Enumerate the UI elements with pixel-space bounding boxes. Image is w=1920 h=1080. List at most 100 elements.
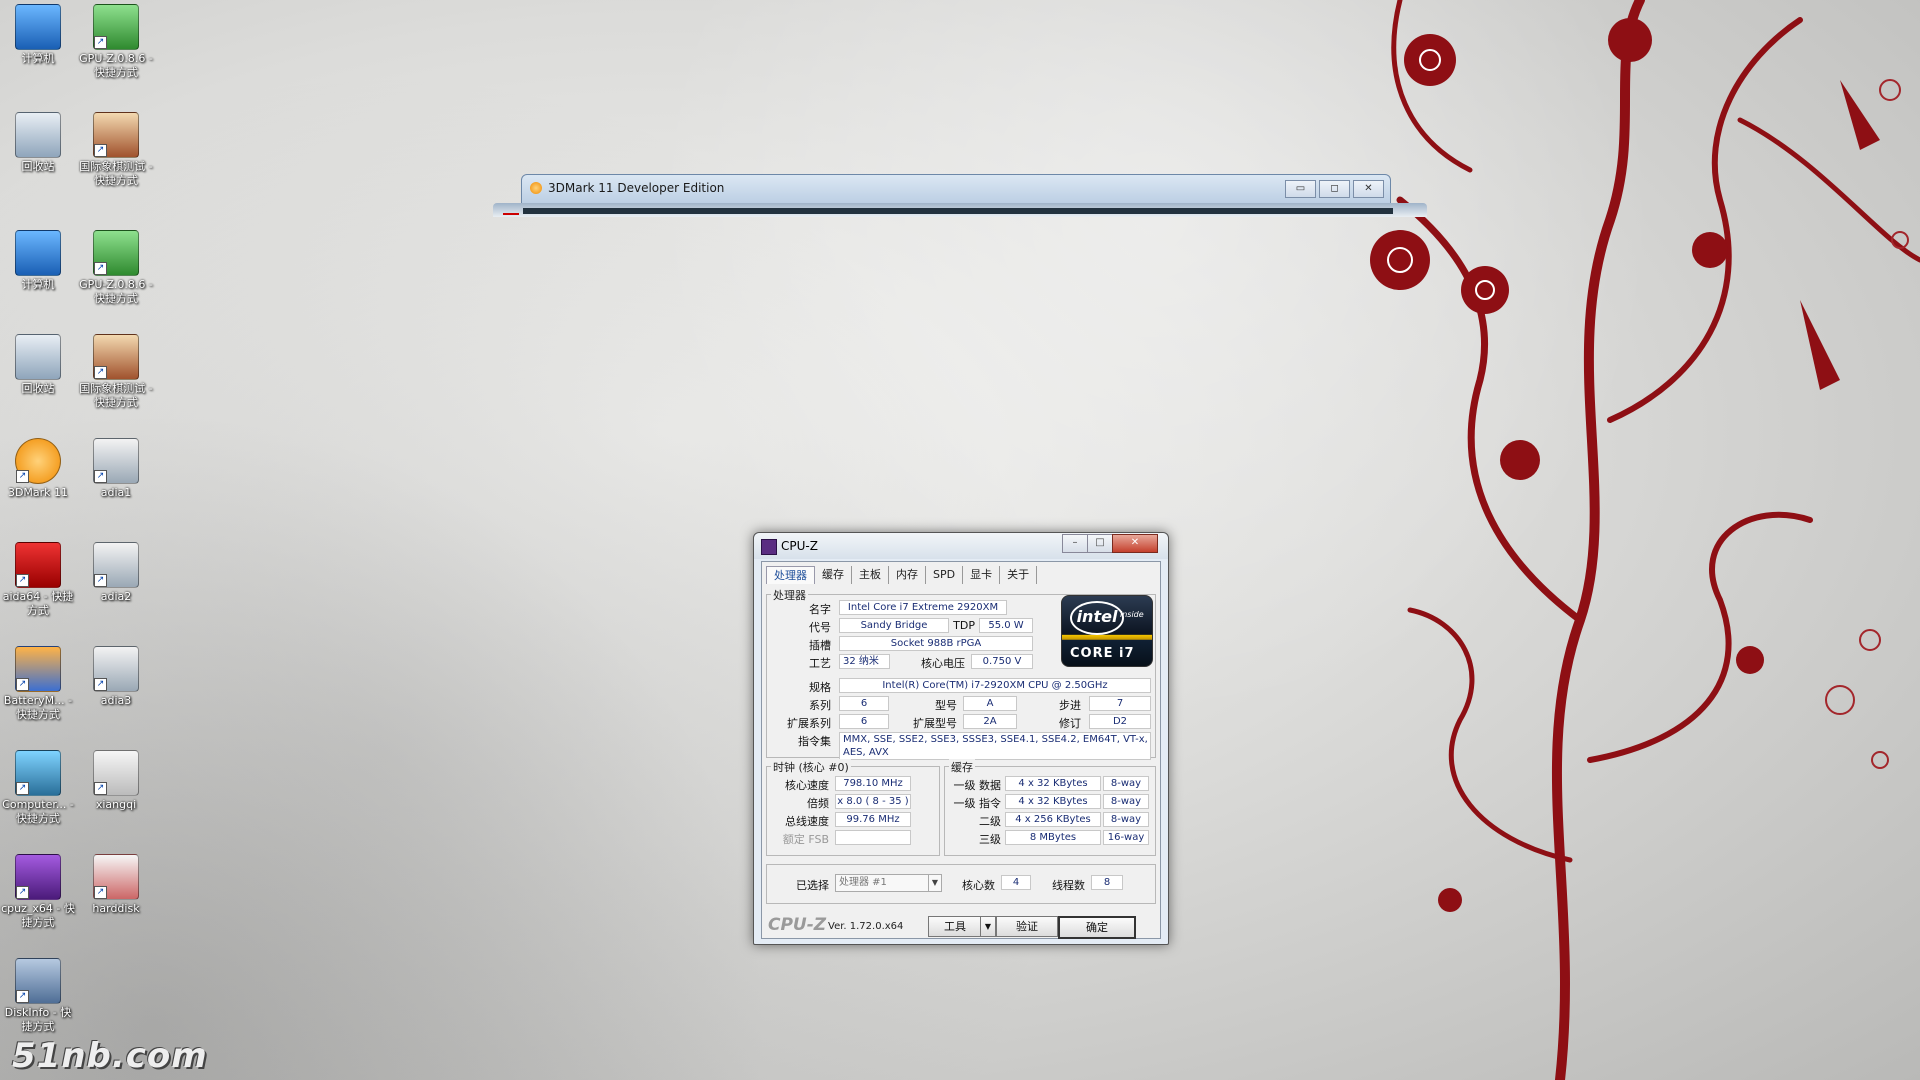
gpuz-icon: ↗	[93, 230, 139, 276]
selection-group: 已选择 处理器 #1 ▼ 核心数 4 线程数 8	[766, 864, 1156, 904]
tab-processor[interactable]: 处理器	[766, 566, 815, 584]
minimize-button[interactable]: –	[1062, 534, 1088, 553]
shortcut-arrow-icon: ↗	[94, 36, 107, 49]
maximize-button[interactable]: □	[1087, 534, 1113, 553]
desktop-icon-8[interactable]: ↗ 3DMark 11	[0, 438, 76, 500]
3dmark-window-body	[493, 203, 1427, 217]
adia-icon: ↗	[93, 438, 139, 484]
recycle-bin-icon	[15, 112, 61, 158]
validate-button[interactable]: 验证	[996, 916, 1058, 937]
desktop-icon-label: BatteryM... - 快捷方式	[3, 694, 73, 721]
tab-bar: 处理器 缓存 主板 内存 SPD 显卡 关于	[766, 566, 1038, 584]
desktop-icon-17[interactable]: ↗ harddisk	[78, 854, 154, 916]
minimize-button[interactable]: ▭	[1285, 180, 1316, 198]
voltage-label: 核心电压	[921, 657, 965, 670]
desktop-icon-18[interactable]: ↗ DiskInfo - 快捷方式	[0, 958, 76, 1034]
tab-mainboard[interactable]: 主板	[852, 566, 889, 584]
threads-value: 8	[1091, 875, 1123, 890]
desktop-icon-4[interactable]: 计算机	[0, 230, 76, 292]
cpuz-footer: CPU-Z Ver. 1.72.0.x64 工具 ▼ 验证 确定	[762, 911, 1160, 939]
desktop-icon-12[interactable]: ↗ BatteryM... - 快捷方式	[0, 646, 76, 722]
desktop-icon-15[interactable]: ↗ xiangqi	[78, 750, 154, 812]
desktop-icon-label: cpuz_x64 - 快捷方式	[1, 902, 75, 929]
desktop-icon-label: adia3	[100, 694, 132, 707]
ok-button[interactable]: 确定	[1058, 916, 1136, 939]
desktop-icon-0[interactable]: 计算机	[0, 4, 76, 66]
shortcut-arrow-icon: ↗	[16, 782, 29, 795]
desktop-icon-label: 计算机	[21, 278, 55, 291]
desktop-icon-9[interactable]: ↗ adia1	[78, 438, 154, 500]
instructions-label: 指令集	[798, 735, 831, 748]
intel-core-i7-logo: intel inside CORE i7	[1061, 595, 1153, 667]
cache-group-label: 缓存	[949, 759, 975, 775]
processor-group: 处理器 名字 Intel Core i7 Extreme 2920XM 代号 S…	[766, 587, 1156, 760]
chevron-down-icon[interactable]: ▼	[928, 875, 941, 891]
desktop-icon-16[interactable]: ↗ cpuz_x64 - 快捷方式	[0, 854, 76, 930]
desktop-icon-label: xiangqi	[95, 798, 137, 811]
intel-inside-text: inside	[1120, 610, 1144, 619]
recycle-bin-icon	[15, 334, 61, 380]
l1-inst-way: 8-way	[1103, 794, 1149, 809]
family-value: 6	[839, 696, 889, 711]
cache-group: 缓存 一级 数据 4 x 32 KBytes 8-way 一级 指令 4 x 3…	[944, 759, 1156, 856]
3dmark-app-icon	[530, 182, 542, 194]
computer-icon	[15, 4, 61, 50]
technology-value: 32 纳米	[839, 654, 890, 669]
desktop-icon-label: adia2	[100, 590, 132, 603]
desktop-icon-6[interactable]: 回收站	[0, 334, 76, 396]
clocks-group: 时钟 (核心 #0) 核心速度 798.10 MHz 倍频 x 8.0 ( 8 …	[766, 759, 940, 856]
multiplier-value: x 8.0 ( 8 - 35 )	[835, 794, 911, 809]
rated-fsb-value	[835, 830, 911, 845]
processor-select[interactable]: 处理器 #1 ▼	[835, 874, 942, 892]
desktop-icon-label: DiskInfo - 快捷方式	[4, 1006, 72, 1033]
desktop-icon-7[interactable]: ↗ 国际象棋测试 - 快捷方式	[78, 334, 154, 410]
desktop-icon-13[interactable]: ↗ adia3	[78, 646, 154, 708]
desktop-icon-label: 国际象棋测试 - 快捷方式	[79, 160, 153, 187]
tab-spd[interactable]: SPD	[926, 566, 964, 584]
adia-icon: ↗	[93, 646, 139, 692]
shortcut-arrow-icon: ↗	[16, 470, 29, 483]
shortcut-arrow-icon: ↗	[94, 678, 107, 691]
gpuz-icon: ↗	[93, 4, 139, 50]
desktop-icon-3[interactable]: ↗ 国际象棋测试 - 快捷方式	[78, 112, 154, 188]
model-value: A	[963, 696, 1017, 711]
tools-dropdown-button[interactable]: ▼	[980, 916, 996, 937]
cpuz-icon: ↗	[15, 854, 61, 900]
desktop-icon-1[interactable]: ↗ GPU-Z.0.8.6 - 快捷方式	[78, 4, 154, 80]
processor-select-value: 处理器 #1	[839, 877, 887, 888]
computer-app-icon: ↗	[15, 750, 61, 796]
version-text: Ver. 1.72.0.x64	[828, 921, 904, 932]
tools-button[interactable]: 工具	[928, 916, 982, 937]
rated-fsb-label: 额定 FSB	[782, 833, 829, 846]
tab-cache[interactable]: 缓存	[815, 566, 852, 584]
l3-label: 三级	[979, 833, 1001, 846]
l1-data-label: 一级 数据	[953, 779, 1002, 792]
l1-inst-size: 4 x 32 KBytes	[1005, 794, 1101, 809]
shortcut-arrow-icon: ↗	[16, 574, 29, 587]
tab-memory[interactable]: 内存	[889, 566, 926, 584]
tab-about[interactable]: 关于	[1000, 566, 1038, 584]
revision-label: 修订	[1059, 717, 1081, 730]
shortcut-arrow-icon: ↗	[16, 990, 29, 1003]
shortcut-arrow-icon: ↗	[94, 144, 107, 157]
cpuz-window-title: CPU-Z	[781, 539, 818, 553]
tab-graphics[interactable]: 显卡	[963, 566, 1001, 584]
maximize-button[interactable]: ◻	[1319, 180, 1350, 198]
desktop-icon-11[interactable]: ↗ adia2	[78, 542, 154, 604]
intel-core-text: CORE i7	[1070, 646, 1135, 661]
desktop-icon-2[interactable]: 回收站	[0, 112, 76, 174]
close-button[interactable]: ✕	[1353, 180, 1384, 198]
desktop-icon-10[interactable]: ↗ aida64 - 快捷方式	[0, 542, 76, 618]
desktop-icon-5[interactable]: ↗ GPU-Z.0.8.6 - 快捷方式	[78, 230, 154, 306]
l1-inst-label: 一级 指令	[953, 797, 1002, 810]
3dmark-icon: ↗	[15, 438, 61, 484]
technology-label: 工艺	[809, 657, 831, 670]
close-button[interactable]: ✕	[1112, 534, 1158, 553]
3dmark-window-titlebar[interactable]: 3DMark 11 Developer Edition ▭ ◻ ✕	[521, 174, 1391, 204]
cpuz-titlebar[interactable]: CPU-Z – □ ✕	[754, 533, 1168, 559]
shortcut-arrow-icon: ↗	[16, 678, 29, 691]
voltage-value: 0.750 V	[971, 654, 1033, 669]
desktop-icon-14[interactable]: ↗ Computer... - 快捷方式	[0, 750, 76, 826]
3dmark-red-mark	[503, 213, 519, 215]
stepping-label: 步进	[1059, 699, 1081, 712]
